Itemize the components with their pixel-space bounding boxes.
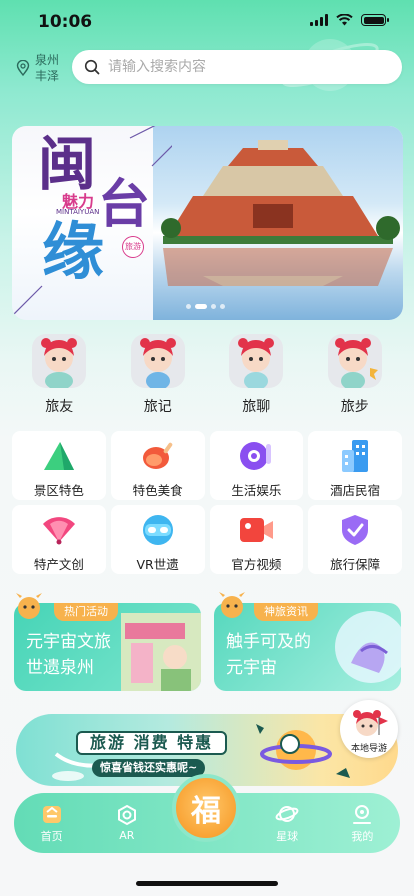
- pager-dot: [211, 304, 216, 309]
- ar-icon: [117, 804, 136, 826]
- category-techan[interactable]: 特产文创: [12, 505, 106, 574]
- pager-dot: [220, 304, 225, 309]
- status-time: 10:06: [38, 12, 93, 32]
- tab-home[interactable]: 首页: [22, 803, 82, 844]
- tab-mine[interactable]: 我的: [332, 803, 392, 844]
- local-guide-label: 本地导游: [350, 744, 387, 754]
- tab-planet[interactable]: 星球: [257, 803, 317, 844]
- ad-subline: 惊喜省钱还实惠呢~: [92, 759, 206, 777]
- tab-label: 星球: [276, 829, 299, 843]
- category-label: VR世遗: [136, 557, 179, 572]
- shortcut-label: 旅步: [340, 399, 369, 415]
- mascot-avatar: [130, 334, 185, 388]
- mountain-icon: [43, 442, 74, 470]
- profile-icon: [353, 804, 372, 824]
- status-bar: 10:06: [0, 0, 414, 46]
- shortcut-label: 旅记: [143, 399, 172, 415]
- category-label: 旅行保障: [330, 557, 381, 572]
- category-label: 官方视频: [231, 557, 282, 572]
- video-camera-icon: [240, 518, 274, 542]
- fu-center-label: 福: [191, 794, 221, 829]
- shortcut-lvbu[interactable]: 旅步: [315, 334, 395, 416]
- promo-title: 触手可及的 元宇宙: [226, 632, 311, 678]
- pager-dot-active: [195, 304, 207, 309]
- category-jiudian[interactable]: 酒店民宿: [308, 431, 402, 500]
- banner-title-char-3: 缘: [42, 215, 105, 288]
- category-label: 酒店民宿: [330, 483, 381, 498]
- category-jingqu[interactable]: 景区特色: [12, 431, 106, 500]
- fan-icon: [42, 517, 75, 545]
- category-meishi[interactable]: 特色美食: [110, 431, 205, 500]
- banner-building-image: [161, 140, 400, 286]
- tab-label: 我的: [351, 829, 374, 843]
- fu-center-button[interactable]: 福: [172, 774, 240, 842]
- mascot-small-icon: [16, 593, 42, 619]
- tab-label: 首页: [40, 829, 63, 843]
- banner-title-char-1: 闽: [38, 130, 97, 198]
- location-selector[interactable]: 泉州丰泽: [16, 52, 63, 84]
- home-indicator: [136, 881, 278, 886]
- shield-check-icon: [342, 515, 369, 545]
- banner-pager: [186, 304, 225, 309]
- search-icon: [84, 59, 100, 75]
- music-disc-icon: [240, 442, 272, 470]
- category-vr[interactable]: VR世遗: [110, 505, 205, 574]
- drumstick-icon: [142, 442, 172, 469]
- mascot-small-icon: [219, 592, 245, 618]
- banner-title-char-2: 台: [98, 175, 151, 235]
- category-yule[interactable]: 生活娱乐: [209, 431, 304, 500]
- app-screen: 10:06 泉州丰泽 请输入搜索内容 闽 台 缘 魅力 MINTAIYUAN 旅…: [0, 0, 414, 896]
- search-bar[interactable]: [72, 50, 402, 84]
- shortcut-label: 旅聊: [242, 399, 271, 415]
- mascot-avatar: [32, 334, 87, 388]
- category-shipin[interactable]: 官方视频: [209, 505, 304, 574]
- mascot-avatar: [327, 334, 382, 388]
- location-text: 泉州丰泽: [35, 53, 60, 83]
- tab-label: AR: [119, 829, 135, 842]
- system-icons: [310, 14, 389, 26]
- hotel-icon: [342, 440, 369, 472]
- banner-tag: 旅游: [122, 236, 144, 258]
- promo-tag: 神旅资讯: [254, 603, 318, 621]
- promo-photo: [121, 613, 201, 691]
- promo-tag: 热门活动: [54, 603, 118, 621]
- category-label: 生活娱乐: [231, 483, 282, 498]
- category-label: 特色美食: [132, 483, 183, 498]
- pager-dot: [186, 304, 191, 309]
- category-baozhang[interactable]: 旅行保障: [308, 505, 402, 574]
- cellular-signal-icon: [310, 14, 328, 26]
- wifi-icon: [336, 14, 353, 26]
- banner-carousel[interactable]: 闽 台 缘 魅力 MINTAIYUAN 旅游: [12, 126, 403, 320]
- ad-headline: 旅游 消费 特惠: [76, 731, 228, 755]
- search-input[interactable]: [108, 59, 378, 75]
- shortcut-lvliao[interactable]: 旅聊: [216, 334, 296, 416]
- home-icon: [42, 805, 61, 823]
- category-grid: 景区特色 特色美食 生活娱乐 酒店民宿 特产文创 VR世遗 官方视频 旅行保障: [12, 431, 402, 574]
- shortcut-lvyou[interactable]: 旅友: [19, 334, 99, 416]
- vr-headset-icon: [142, 515, 173, 545]
- battery-icon: [361, 14, 389, 26]
- shortcut-label: 旅友: [45, 399, 74, 415]
- mascot-avatar: [229, 334, 284, 388]
- promo-art-image: [335, 611, 401, 683]
- category-label: 特产文创: [33, 557, 84, 572]
- location-pin-icon: [16, 60, 30, 76]
- banner-latin-text: MINTAIYUAN: [56, 208, 100, 216]
- avatar-shortcuts: 旅友 旅记 旅聊 旅步: [0, 334, 414, 416]
- planet-icon: [275, 805, 299, 822]
- promo-title: 元宇宙文旅 世遗泉州: [26, 632, 111, 678]
- shortcut-lvji[interactable]: 旅记: [118, 334, 198, 416]
- mascot-guide-icon: [353, 710, 388, 736]
- category-label: 景区特色: [33, 483, 84, 498]
- tab-ar[interactable]: AR: [97, 804, 157, 842]
- local-guide-button[interactable]: 本地导游: [340, 700, 398, 758]
